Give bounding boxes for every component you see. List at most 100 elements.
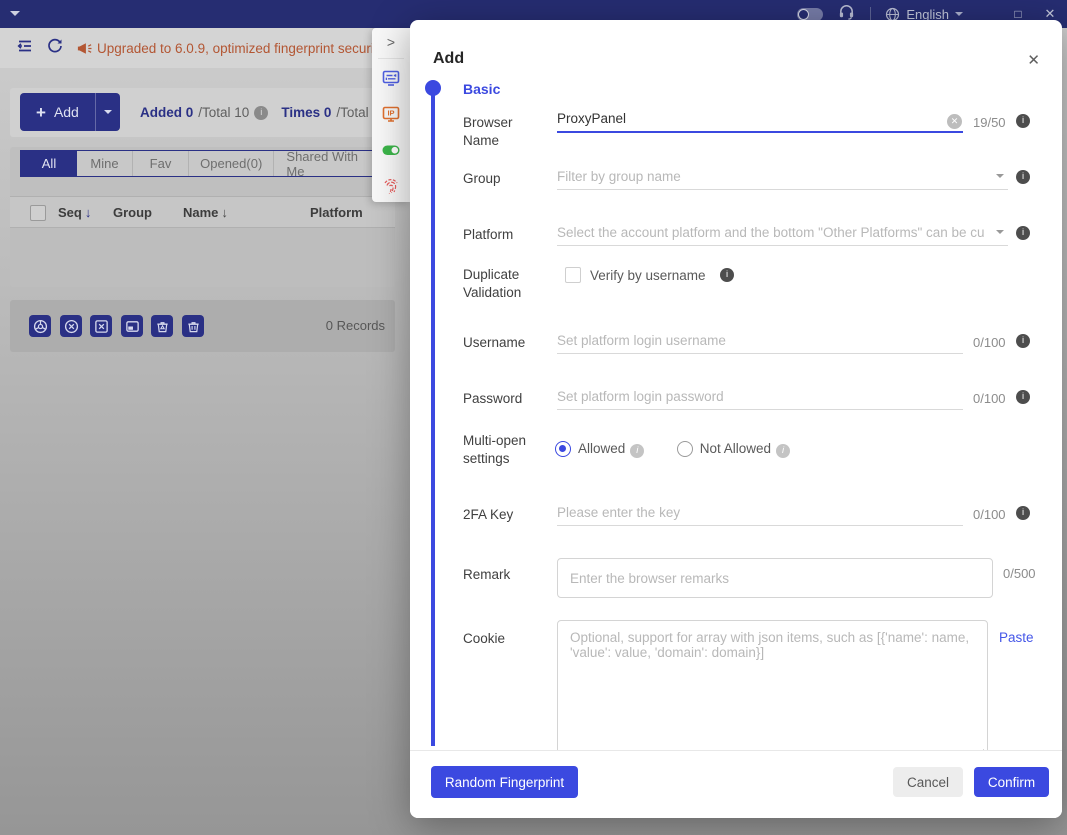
table-header: Seq↓ Group Name↓ Platform (10, 196, 395, 228)
tfa-key-input[interactable] (557, 499, 963, 526)
recycle-bin-icon[interactable] (151, 315, 173, 337)
fingerprint-icon[interactable] (381, 176, 401, 196)
not-allowed-label: Not Allowed (700, 441, 771, 456)
add-split-button[interactable]: + Add (20, 93, 120, 131)
tab-opened[interactable]: Opened(0) (189, 151, 274, 176)
password-input[interactable] (557, 383, 963, 410)
chevron-down-icon (104, 110, 112, 114)
cookie-textarea[interactable] (558, 621, 987, 762)
window-restore-icon[interactable] (121, 315, 143, 337)
sun-icon (798, 9, 809, 20)
section-basic-label: Basic (463, 81, 500, 97)
multi-open-options: Allowedi Not Allowedi (555, 440, 790, 458)
delete-icon[interactable] (182, 315, 204, 337)
info-icon[interactable]: i (1016, 506, 1030, 520)
group-placeholder: Filter by group name (557, 169, 992, 184)
tab-all[interactable]: All (21, 151, 77, 176)
action-panel: + Add Added 0/Total 10 i Times 0/Total 50 (10, 88, 395, 137)
tab-mine[interactable]: Mine (77, 151, 133, 176)
info-icon[interactable]: i (1016, 226, 1030, 240)
announcement[interactable]: Upgraded to 6.0.9, optimized fingerprint… (76, 40, 372, 57)
drawer-divider (378, 58, 404, 59)
column-platform[interactable]: Platform (310, 205, 363, 220)
announcement-text: Upgraded to 6.0.9, optimized fingerprint… (97, 41, 372, 56)
batch-action-bar: 0 Records (10, 300, 395, 352)
verify-by-username-label: Verify by username (590, 268, 706, 283)
tfa-key-counter: 0/100 (973, 507, 1006, 522)
column-name[interactable]: Name↓ (183, 205, 228, 220)
plus-icon: + (36, 104, 46, 121)
group-select[interactable]: Filter by group name (557, 163, 1008, 190)
theme-toggle[interactable] (797, 8, 823, 21)
modal-footer: Random Fingerprint Cancel Confirm (410, 750, 1062, 818)
cookie-box (557, 620, 988, 763)
ip-monitor-icon[interactable]: IP (381, 104, 401, 124)
username-input[interactable] (557, 327, 963, 354)
info-icon[interactable]: i (630, 444, 644, 458)
add-button[interactable]: + Add (20, 93, 95, 131)
platform-label: Platform (463, 226, 551, 244)
table-empty-body (10, 228, 395, 287)
verify-by-username-checkbox[interactable] (565, 267, 581, 283)
toggle-on-icon[interactable] (381, 140, 401, 160)
allowed-radio[interactable] (555, 441, 571, 457)
chevron-down-icon (996, 174, 1004, 178)
added-total: /Total 10 (198, 105, 249, 120)
close-circle-icon[interactable] (60, 315, 82, 337)
duplicate-validation-label: Duplicate Validation (463, 266, 533, 302)
sort-desc-icon[interactable]: ↓ (221, 205, 228, 220)
close-square-icon[interactable] (90, 315, 112, 337)
expand-drawer-icon[interactable]: > (372, 34, 410, 50)
app-toolbar: Upgraded to 6.0.9, optimized fingerprint… (0, 28, 372, 68)
titlebar-divider (870, 7, 871, 21)
list-tabs: All Mine Fav Opened(0) Shared With Me (20, 150, 390, 177)
records-count: 0 Records (326, 318, 385, 333)
browser-name-label: Browser Name (463, 114, 551, 150)
remark-input[interactable] (558, 559, 992, 597)
modal-title: Add (433, 50, 464, 68)
window-menu-caret-icon[interactable] (10, 11, 20, 16)
add-dropdown-button[interactable] (95, 93, 120, 131)
maximize-button[interactable]: □ (1009, 7, 1027, 21)
random-fingerprint-button[interactable]: Random Fingerprint (431, 766, 578, 798)
column-group[interactable]: Group (113, 205, 152, 220)
password-label: Password (463, 390, 551, 408)
add-browser-modal: Add ✕ Basic Browser Name ✕ 19/50 i Group… (410, 20, 1062, 818)
browser-list-panel: All Mine Fav Opened(0) Shared With Me Se… (10, 147, 395, 287)
modal-close-icon[interactable]: ✕ (1027, 53, 1040, 68)
platform-select[interactable]: Select the account platform and the bott… (557, 219, 1008, 246)
info-icon[interactable]: i (720, 268, 734, 282)
section-line (431, 94, 435, 746)
info-icon[interactable]: i (1016, 114, 1030, 128)
not-allowed-radio[interactable] (677, 441, 693, 457)
multi-open-label: Multi-open settings (463, 432, 543, 468)
info-icon[interactable]: i (1016, 170, 1030, 184)
open-browser-icon[interactable] (29, 315, 51, 337)
info-icon[interactable]: i (1016, 390, 1030, 404)
platform-placeholder: Select the account platform and the bott… (557, 225, 992, 240)
clear-input-icon[interactable]: ✕ (947, 114, 962, 129)
remark-counter: 0/500 (1003, 566, 1036, 581)
info-icon[interactable]: i (254, 106, 268, 120)
browser-name-input[interactable] (557, 106, 963, 133)
paste-link[interactable]: Paste (999, 630, 1034, 645)
screen: English _ □ ✕ Upgraded to 6.0.9, optimiz… (0, 0, 1067, 835)
refresh-icon[interactable] (46, 37, 64, 60)
column-seq[interactable]: Seq↓ (58, 205, 91, 220)
browser-name-counter: 19/50 (973, 115, 1006, 130)
add-button-label: Add (54, 104, 79, 120)
cancel-button[interactable]: Cancel (893, 767, 963, 797)
monitor-settings-icon[interactable] (381, 68, 401, 88)
tfa-key-label: 2FA Key (463, 506, 551, 524)
cookie-label: Cookie (463, 630, 551, 648)
info-icon[interactable]: i (1016, 334, 1030, 348)
confirm-button[interactable]: Confirm (974, 767, 1049, 797)
menu-fold-icon[interactable] (16, 37, 34, 60)
info-icon[interactable]: i (776, 444, 790, 458)
select-all-checkbox[interactable] (30, 205, 46, 221)
sort-desc-icon[interactable]: ↓ (85, 205, 92, 220)
quota-stats: Added 0/Total 10 i Times 0/Total 50 (140, 88, 387, 137)
username-label: Username (463, 334, 551, 352)
tab-fav[interactable]: Fav (133, 151, 189, 176)
remark-box (557, 558, 993, 598)
